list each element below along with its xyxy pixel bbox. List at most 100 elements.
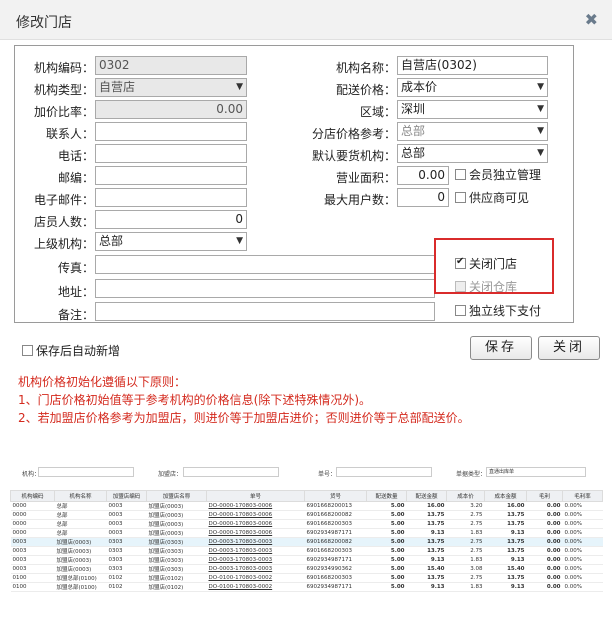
table-cell: 加盟店(0303) bbox=[146, 555, 207, 565]
col-header[interactable]: 配送数量 bbox=[366, 490, 407, 502]
table-row[interactable]: 0003 加盟店(0003) 0303 加盟店(0303) DO-0003-170803… bbox=[10, 546, 603, 556]
order-no-filter-label: 单号： bbox=[318, 471, 337, 478]
table-row[interactable]: 0000 总部 0003 加盟店(0003) DO-0000-170803-0006 69… bbox=[10, 528, 603, 538]
org-type-value: 自营店 bbox=[99, 80, 136, 94]
table-cell[interactable]: DO-0100-170803-0002 bbox=[206, 582, 305, 592]
table-cell: 0303 bbox=[106, 555, 147, 565]
table-cell: 0.00% bbox=[562, 582, 603, 592]
table-cell[interactable]: DO-0000-170803-0006 bbox=[206, 501, 305, 511]
table-row[interactable]: 0000 总部 0003 加盟店(0003) DO-0000-170803-0006 69… bbox=[10, 510, 603, 520]
fax-input[interactable] bbox=[95, 255, 435, 274]
save-button[interactable]: 保存 bbox=[470, 336, 532, 360]
offline-pay-checkbox[interactable]: 独立线下支付 bbox=[455, 302, 541, 319]
branch-price-ref-select[interactable]: 总部 ▼ bbox=[397, 122, 548, 141]
col-header[interactable]: 毛利率 bbox=[562, 490, 603, 502]
col-header[interactable]: 成本价 bbox=[446, 490, 485, 502]
table-row[interactable]: 0100 加盟总部(0100) 0102 加盟店(0102) DO-0100-17080… bbox=[10, 582, 603, 592]
parent-org-select[interactable]: 总部 ▼ bbox=[95, 232, 247, 251]
close-button[interactable]: 关闭 bbox=[538, 336, 600, 360]
col-header[interactable]: 单号 bbox=[206, 490, 305, 502]
col-header[interactable]: 配送金额 bbox=[406, 490, 447, 502]
branch-price-ref-value: 总部 bbox=[401, 124, 426, 138]
table-cell: 0003 bbox=[10, 537, 55, 547]
table-cell: 加盟店(0003) bbox=[54, 564, 107, 574]
table-cell: 5.00 bbox=[366, 573, 407, 583]
checkbox-box[interactable] bbox=[455, 192, 466, 203]
email-input[interactable] bbox=[95, 188, 247, 207]
table-cell: 加盟店(0303) bbox=[146, 537, 207, 547]
table-cell: 5.00 bbox=[366, 510, 407, 520]
close-icon[interactable]: ✖ bbox=[585, 10, 598, 29]
col-header[interactable]: 毛利 bbox=[526, 490, 563, 502]
checkbox-box[interactable] bbox=[22, 345, 33, 356]
markup-field: 0.00 bbox=[95, 100, 247, 119]
col-header[interactable]: 加盟店名称 bbox=[146, 490, 207, 502]
table-cell[interactable]: DO-0100-170803-0002 bbox=[206, 573, 305, 583]
col-header[interactable]: 机构名称 bbox=[54, 490, 107, 502]
area-input[interactable]: 0.00 bbox=[397, 166, 449, 185]
fax-label: 传真： bbox=[57, 261, 94, 275]
org-code-label: 机构编码： bbox=[33, 61, 94, 75]
checkbox-box[interactable] bbox=[455, 305, 466, 316]
max-users-input[interactable]: 0 bbox=[397, 188, 449, 207]
table-row[interactable]: 0003 加盟店(0003) 0303 加盟店(0303) DO-0003-170803… bbox=[10, 537, 603, 547]
table-cell[interactable]: DO-0003-170803-0003 bbox=[206, 537, 305, 547]
col-header[interactable]: 成本金额 bbox=[484, 490, 527, 502]
remark-input[interactable] bbox=[95, 302, 435, 321]
table-cell: 13.75 bbox=[406, 510, 447, 520]
default-org-select[interactable]: 总部 ▼ bbox=[397, 144, 548, 163]
checkbox-box[interactable] bbox=[455, 169, 466, 180]
org-filter-input[interactable] bbox=[38, 467, 134, 477]
table-cell: 加盟店(0003) bbox=[54, 537, 107, 547]
auto-new-checkbox[interactable]: 保存后自动新增 bbox=[22, 342, 120, 359]
region-select[interactable]: 深圳 ▼ bbox=[397, 100, 548, 119]
contact-input[interactable] bbox=[95, 122, 247, 141]
table-cell: 加盟店(0003) bbox=[146, 519, 207, 529]
table-cell[interactable]: DO-0000-170803-0006 bbox=[206, 510, 305, 520]
table-cell[interactable]: DO-0000-170803-0006 bbox=[206, 519, 305, 529]
filter-bar: 机构： 加盟店： 单号： 单据类型： 直通出库单 bbox=[0, 462, 612, 482]
table-cell[interactable]: DO-0000-170803-0006 bbox=[206, 528, 305, 538]
branch-price-ref-label: 分店价格参考： bbox=[311, 127, 396, 141]
supplier-visible-checkbox[interactable]: 供应商可见 bbox=[455, 189, 529, 206]
table-cell: 0000 bbox=[10, 510, 55, 520]
edit-store-dialog: 修改门店 ✖ 机构编码： 0302 机构类型： 自营店 ▼ 加价比率： 0.00 … bbox=[0, 0, 612, 438]
zip-label: 邮编： bbox=[57, 171, 94, 185]
phone-input[interactable] bbox=[95, 144, 247, 163]
dist-price-select[interactable]: 成本价 ▼ bbox=[397, 78, 548, 97]
address-input[interactable] bbox=[95, 279, 435, 298]
markup-label: 加价比率： bbox=[33, 105, 94, 119]
table-row[interactable]: 0100 加盟总部(0100) 0102 加盟店(0102) DO-0100-17080… bbox=[10, 573, 603, 583]
doc-type-select[interactable]: 直通出库单 bbox=[486, 467, 586, 477]
table-cell: 加盟店(0003) bbox=[146, 501, 207, 511]
table-cell: 15.40 bbox=[484, 564, 527, 574]
table-cell: 0.00% bbox=[562, 555, 603, 565]
table-cell[interactable]: DO-0003-170803-0003 bbox=[206, 564, 305, 574]
table-cell: 13.75 bbox=[484, 573, 527, 583]
table-cell[interactable]: DO-0003-170803-0003 bbox=[206, 546, 305, 556]
table-cell: 16.00 bbox=[484, 501, 527, 511]
table-row[interactable]: 0003 加盟店(0003) 0303 加盟店(0303) DO-0003-170803… bbox=[10, 555, 603, 565]
member-independent-checkbox[interactable]: 会员独立管理 bbox=[455, 166, 541, 183]
table-cell: 5.00 bbox=[366, 528, 407, 538]
table-cell: 0.00 bbox=[526, 537, 563, 547]
default-org-label: 默认要货机构： bbox=[311, 149, 396, 163]
offline-pay-label: 独立线下支付 bbox=[469, 304, 542, 318]
org-name-input[interactable]: 自营店(0302) bbox=[397, 56, 548, 75]
table-cell: 0303 bbox=[106, 564, 147, 574]
col-header[interactable]: 加盟店编码 bbox=[106, 490, 147, 502]
org-type-label: 机构类型： bbox=[33, 83, 94, 97]
table-cell[interactable]: DO-0003-170803-0003 bbox=[206, 555, 305, 565]
table-row[interactable]: 0000 总部 0003 加盟店(0003) DO-0000-170803-0006 69… bbox=[10, 519, 603, 529]
table-row[interactable]: 0003 加盟店(0003) 0303 加盟店(0303) DO-0003-170803… bbox=[10, 564, 603, 574]
col-header[interactable]: 货号 bbox=[304, 490, 367, 502]
area-label: 营业面积： bbox=[335, 171, 396, 185]
table-cell: 1.83 bbox=[446, 582, 485, 592]
table-row[interactable]: 0000 总部 0003 加盟店(0003) DO-0000-170803-0006 69… bbox=[10, 501, 603, 511]
staff-input[interactable]: 0 bbox=[95, 210, 247, 229]
franchise-filter-input[interactable] bbox=[183, 467, 279, 477]
col-header[interactable]: 机构编码 bbox=[10, 490, 55, 502]
table-cell: 0003 bbox=[106, 519, 147, 529]
zip-input[interactable] bbox=[95, 166, 247, 185]
order-no-filter-input[interactable] bbox=[336, 467, 432, 477]
